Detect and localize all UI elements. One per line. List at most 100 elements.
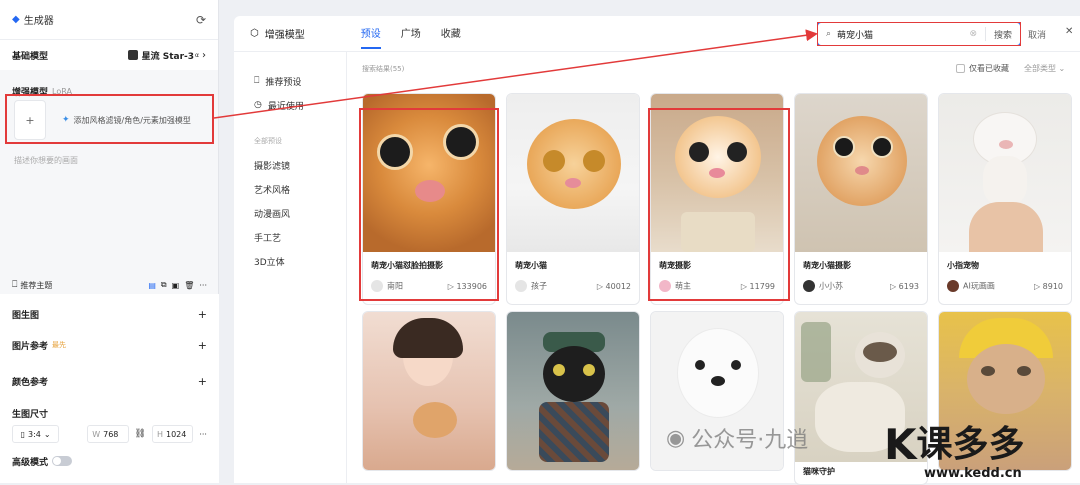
close-icon[interactable]: ✕: [1065, 26, 1073, 37]
size-label: 生图尺寸: [12, 409, 49, 420]
chevron-down-icon: ⌄: [43, 429, 51, 439]
link-icon[interactable]: ⛓: [135, 429, 146, 439]
advanced-row: 高级模式: [0, 448, 219, 474]
only-fav-filter[interactable]: 仅看已收藏: [956, 63, 1009, 74]
only-fav-label: 仅看已收藏: [969, 64, 1009, 73]
preset-card[interactable]: 萌宠小猫怼脸拍摄影 南阳 ▷ 133906: [362, 93, 496, 305]
play-icon: ▷: [1033, 281, 1041, 291]
clear-icon[interactable]: ⊗: [969, 29, 977, 39]
sparkle-icon: ✦: [62, 115, 70, 125]
add-model-plus-button[interactable]: +: [14, 100, 46, 140]
more-icon[interactable]: ···: [199, 430, 207, 439]
card-author: 南阳: [387, 281, 403, 291]
avatar: [947, 280, 959, 292]
ratio-value: 3:4: [28, 429, 41, 439]
recommend-row: ⎕ 推荐主题 ▤ ⧉ ▣ 🗑 ···: [0, 278, 219, 292]
width-input[interactable]: W 768: [87, 425, 129, 443]
card-author: AI玩画画: [963, 281, 995, 291]
card-count: 40012: [605, 281, 631, 291]
avatar: [659, 280, 671, 292]
doc-icon[interactable]: ▤: [148, 281, 156, 290]
card-count: 133906: [456, 281, 487, 291]
nav-anime-style[interactable]: 动漫画风: [234, 201, 346, 225]
nav-recent-label: 最近使用: [267, 101, 304, 112]
plus-icon[interactable]: +: [198, 308, 207, 321]
brand-logo-icon: K: [884, 420, 917, 469]
nav-photo-filter[interactable]: 摄影滤镜: [234, 153, 346, 177]
height-value: 1024: [166, 429, 187, 439]
base-model-row[interactable]: 基础模型 星流 Star-3 α ›: [0, 40, 218, 70]
cancel-button[interactable]: 取消: [1028, 28, 1046, 41]
preset-card[interactable]: [362, 311, 496, 471]
watermark-wechat: ◉ 公众号·九逍: [666, 422, 808, 454]
add-model-area[interactable]: + ✦ 添加风格滤镜/角色/元素加强模型: [8, 96, 212, 144]
plus-icon[interactable]: +: [198, 339, 207, 352]
type-filter[interactable]: 全部类型 ⌄: [1024, 63, 1065, 74]
plus-icon[interactable]: +: [198, 375, 207, 388]
tab-preset[interactable]: 预设: [360, 18, 381, 49]
preset-card[interactable]: [506, 311, 640, 471]
play-icon: ▷: [740, 281, 747, 291]
size-row: 生图尺寸: [0, 406, 219, 420]
nav-art-style[interactable]: 艺术风格: [234, 177, 346, 201]
crop-icon[interactable]: ▣: [172, 281, 180, 290]
cube-icon: ⬡: [250, 28, 259, 39]
preset-card[interactable]: 萌宠小猫 孩子 ▷ 40012: [506, 93, 640, 305]
image-ref-row[interactable]: 图片参考 最先 +: [0, 334, 219, 356]
card-name: 小指宠物: [947, 261, 979, 270]
nav-recommended[interactable]: ⎕ 推荐预设: [234, 69, 346, 93]
portrait-thumbnail: [363, 312, 495, 470]
width-value: 768: [103, 429, 119, 439]
bookmark-icon: ⎕: [254, 76, 260, 86]
shuffle-icon[interactable]: ⧉: [161, 280, 167, 290]
wechat-icon: ◉: [666, 425, 686, 451]
nav-3d[interactable]: 3D立体: [234, 249, 346, 273]
avatar: [803, 280, 815, 292]
clock-icon: ◷: [254, 100, 262, 110]
color-ref-row[interactable]: 颜色参考 +: [0, 356, 219, 406]
advanced-toggle[interactable]: [52, 456, 73, 466]
result-count: 搜索结果(55): [362, 65, 405, 73]
ratio-icon: ▯: [20, 429, 25, 439]
card-name: 萌宠摄影: [659, 261, 691, 270]
trash-icon[interactable]: 🗑: [184, 281, 194, 290]
play-icon: ▷: [889, 281, 897, 291]
advanced-label: 高级模式: [12, 457, 49, 468]
nav-handcraft[interactable]: 手工艺: [234, 225, 346, 249]
watermark-url: www.kedd.cn: [924, 466, 1022, 481]
ratio-select[interactable]: ▯ 3:4 ⌄: [12, 425, 60, 443]
img2img-row[interactable]: 图生图 +: [0, 294, 219, 334]
color-ref-label: 颜色参考: [12, 377, 49, 388]
enhance-model-dialog: ⬡ 增强模型 预设 广场 收藏 ⌕ 萌宠小猫 ⊗ 搜索 取消 ✕ ⎕ 推荐预设 …: [234, 16, 1080, 485]
search-button[interactable]: 搜索: [986, 28, 1020, 41]
model-logo-icon: [127, 50, 138, 60]
image-ref-label: 图片参考: [12, 341, 49, 352]
preset-card[interactable]: 小指宠物 AI玩画画 ▷ 8910: [938, 93, 1072, 305]
prompt-input[interactable]: 描述你想要的画面: [14, 155, 78, 166]
nav-recent[interactable]: ◷ 最近使用: [234, 93, 346, 117]
card-author: 孩子: [531, 281, 547, 291]
settings-area: 图生图 + 图片参考 最先 + 颜色参考 + 生图尺寸 ▯ 3:4 ⌄ W 76…: [0, 294, 219, 483]
base-model-label: 基础模型: [12, 51, 49, 62]
refresh-icon[interactable]: ⟳: [196, 13, 206, 27]
more-icon[interactable]: ···: [199, 281, 207, 290]
preset-card[interactable]: 萌宠小猫摄影 小小苏 ▷ 6193: [794, 93, 928, 305]
cat-thumbnail: [507, 94, 639, 252]
diamond-icon: ◆: [12, 14, 20, 25]
tab-favorites[interactable]: 收藏: [441, 18, 461, 49]
bookmark-icon: ⎕: [12, 280, 18, 290]
base-model-value: 星流 Star-3: [141, 51, 195, 62]
checkbox[interactable]: [956, 64, 965, 73]
card-count: 6193: [898, 281, 919, 291]
add-model-text[interactable]: 添加风格滤镜/角色/元素加强模型: [74, 115, 191, 126]
height-input[interactable]: H 1024: [151, 425, 194, 443]
search-box: ⌕ 萌宠小猫 ⊗ 搜索: [817, 22, 1021, 46]
pet-thumbnail: [939, 94, 1071, 252]
card-name: 萌宠小猫: [515, 261, 547, 270]
dialog-topbar: ⬡ 增强模型 预设 广场 收藏 ⌕ 萌宠小猫 ⊗ 搜索 取消 ✕: [234, 16, 1080, 52]
nav-group-label: 全部预设: [254, 137, 282, 145]
search-input[interactable]: 萌宠小猫: [837, 28, 969, 41]
preset-card[interactable]: 萌宠摄影 萌主 ▷ 11799: [650, 93, 784, 305]
tab-square[interactable]: 广场: [401, 18, 421, 49]
base-model-sup: α: [195, 51, 199, 59]
